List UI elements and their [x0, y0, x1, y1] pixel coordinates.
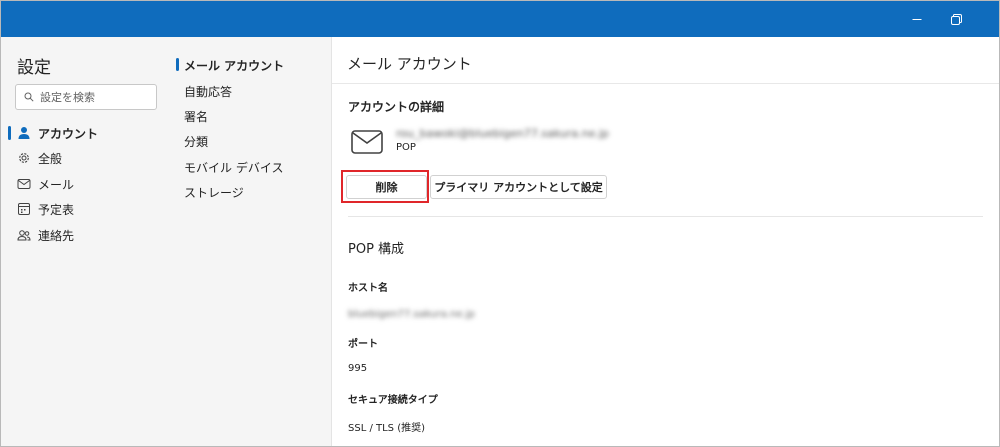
account-details-heading: アカウントの詳細 [348, 100, 445, 114]
search-icon [24, 92, 34, 102]
account-mail-icon [351, 130, 383, 154]
port-value: 995 [348, 363, 368, 374]
settings-title: 設定 [17, 58, 51, 78]
subnav-mail-accounts[interactable]: メール アカウント [184, 57, 284, 74]
set-primary-account-button[interactable]: プライマリ アカウントとして設定 [430, 175, 607, 199]
account-email: rou_bawoki@bluebigen77.sakura.ne.jp [396, 127, 609, 140]
people-icon [17, 230, 31, 241]
category-label: アカウント [38, 126, 99, 141]
settings-window: 設定 アカウント 全般 メール [0, 0, 1000, 447]
subnav-mobile-devices[interactable]: モバイル デバイス [184, 159, 283, 176]
category-contacts[interactable]: 連絡先 [1, 224, 161, 246]
title-bar [1, 1, 999, 37]
subnav-categories[interactable]: 分類 [184, 133, 208, 150]
security-type-label: セキュア接続タイプ [348, 395, 438, 406]
subnav-signature[interactable]: 署名 [184, 108, 208, 125]
pop-config-heading: POP 構成 [348, 242, 405, 257]
person-icon [18, 127, 30, 139]
delete-button[interactable]: 削除 [346, 175, 427, 199]
restore-icon [950, 13, 962, 25]
calendar-icon [18, 203, 30, 215]
host-label: ホスト名 [348, 283, 388, 294]
gear-icon [19, 153, 29, 163]
subnav-storage[interactable]: ストレージ [184, 184, 244, 201]
search-input[interactable] [40, 90, 150, 104]
category-general[interactable]: 全般 [1, 147, 161, 169]
account-type: POP [396, 142, 416, 153]
section-divider [348, 216, 983, 217]
minimize-button[interactable] [900, 1, 934, 37]
category-calendar[interactable]: 予定表 [1, 198, 161, 220]
selected-subnav-indicator [176, 58, 179, 71]
settings-search-box[interactable] [15, 84, 157, 110]
minimize-icon [912, 19, 922, 20]
category-label: 予定表 [38, 202, 75, 217]
page-title: メール アカウント [347, 55, 472, 73]
category-accounts[interactable]: アカウント [1, 122, 161, 144]
category-label: メール [38, 177, 75, 192]
security-type-value: SSL / TLS (推奨) [348, 423, 426, 434]
category-label: 全般 [38, 151, 63, 166]
host-value: bluebigen77.sakura.ne.jp [348, 309, 475, 320]
header-divider [332, 83, 999, 84]
category-mail[interactable]: メール [1, 173, 161, 195]
port-label: ポート [348, 339, 378, 350]
category-label: 連絡先 [38, 228, 75, 243]
subnav-auto-replies[interactable]: 自動応答 [184, 83, 232, 100]
restore-button[interactable] [939, 1, 973, 37]
mail-icon [17, 179, 31, 189]
